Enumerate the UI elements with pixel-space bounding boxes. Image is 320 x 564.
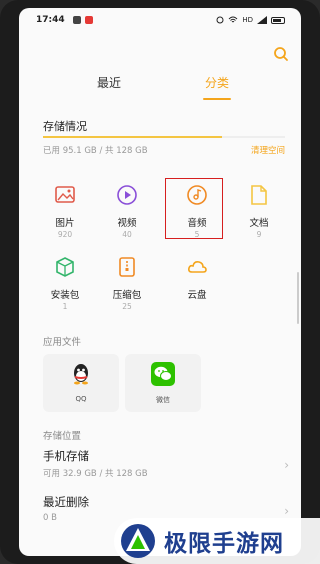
category-count: 1: [62, 302, 68, 311]
status-time: 17:44: [36, 15, 65, 25]
package-icon: [56, 257, 74, 277]
category-count: 5: [194, 230, 200, 239]
category-label: 视频: [117, 218, 137, 229]
clean-space-link[interactable]: 清理空间: [251, 144, 285, 156]
apps-section-title: 应用文件: [43, 337, 82, 348]
qq-icon: [74, 364, 88, 385]
alarm-icon: [216, 16, 224, 24]
category-label: 安装包: [50, 290, 80, 301]
wifi-icon: [228, 16, 238, 23]
search-icon[interactable]: [273, 46, 289, 62]
image-icon: [55, 186, 75, 203]
video-icon: [117, 185, 137, 205]
category-count: 25: [122, 302, 132, 311]
app-card-qq[interactable]: QQ: [43, 354, 119, 412]
scrollbar[interactable]: [297, 272, 299, 324]
tab-bar: 最近 分类: [19, 74, 301, 100]
tab-recent[interactable]: 最近: [97, 74, 121, 91]
status-right: HD: [216, 16, 285, 24]
archive-icon: [119, 257, 135, 277]
storage-item-phone[interactable]: 手机存储 可用 32.9 GB / 共 128 GB ›: [43, 448, 289, 479]
category-label: 云盘: [187, 290, 207, 301]
category-archives[interactable]: 压缩包 25: [99, 256, 155, 320]
app-card-wechat[interactable]: 微信: [125, 354, 201, 412]
storage-location-title: 存储位置: [43, 431, 82, 442]
category-label: 音频: [187, 218, 207, 229]
category-label: 文档: [249, 218, 269, 229]
category-audio[interactable]: 音频 5: [169, 184, 225, 248]
app-label: 微信: [156, 396, 170, 404]
notification-icon: [72, 16, 81, 24]
audio-icon: [187, 185, 207, 205]
category-packages[interactable]: 安装包 1: [37, 256, 93, 320]
category-count: 40: [122, 230, 132, 239]
cloud-icon: [188, 261, 207, 273]
tab-categories[interactable]: 分类: [205, 74, 229, 91]
watermark-text: 极限手游网: [164, 530, 284, 557]
category-images[interactable]: 图片 920: [37, 184, 93, 248]
storage-used-text: 已用 95.1 GB / 共 128 GB: [43, 146, 148, 156]
storage-item-title: 手机存储: [43, 449, 89, 463]
tab-indicator: [203, 98, 231, 100]
chevron-right-icon: ›: [284, 504, 289, 518]
signal-icon: [257, 16, 267, 24]
status-bar: 17:44 HD: [19, 8, 301, 32]
category-cloud[interactable]: 云盘: [169, 256, 225, 320]
category-videos[interactable]: 视频 40: [99, 184, 155, 248]
category-count: 9: [256, 230, 262, 239]
app-badge-icon: [84, 16, 93, 24]
watermark: 极限手游网: [114, 518, 320, 564]
category-documents[interactable]: 文档 9: [231, 184, 287, 248]
screen: 17:44 HD 最近 分类 存储情况 已用 95.1 GB / 共 128 G…: [19, 8, 301, 556]
storage-item-title: 最近删除: [43, 495, 89, 509]
phone-frame: 17:44 HD 最近 分类 存储情况 已用 95.1 GB / 共 128 G…: [0, 0, 320, 564]
document-icon: [251, 185, 267, 205]
category-label: 压缩包: [112, 290, 142, 301]
category-label: 图片: [55, 218, 75, 229]
network-label: HD: [242, 16, 253, 24]
chevron-right-icon: ›: [284, 458, 289, 472]
watermark-logo-icon: [121, 524, 155, 558]
app-label: QQ: [75, 395, 87, 403]
wechat-icon: [151, 362, 175, 386]
storage-title[interactable]: 存储情况: [43, 118, 87, 134]
category-count: 920: [57, 230, 73, 239]
battery-icon: [271, 16, 285, 24]
storage-bar-fill: [43, 136, 223, 138]
storage-item-sub: 可用 32.9 GB / 共 128 GB: [43, 469, 148, 479]
